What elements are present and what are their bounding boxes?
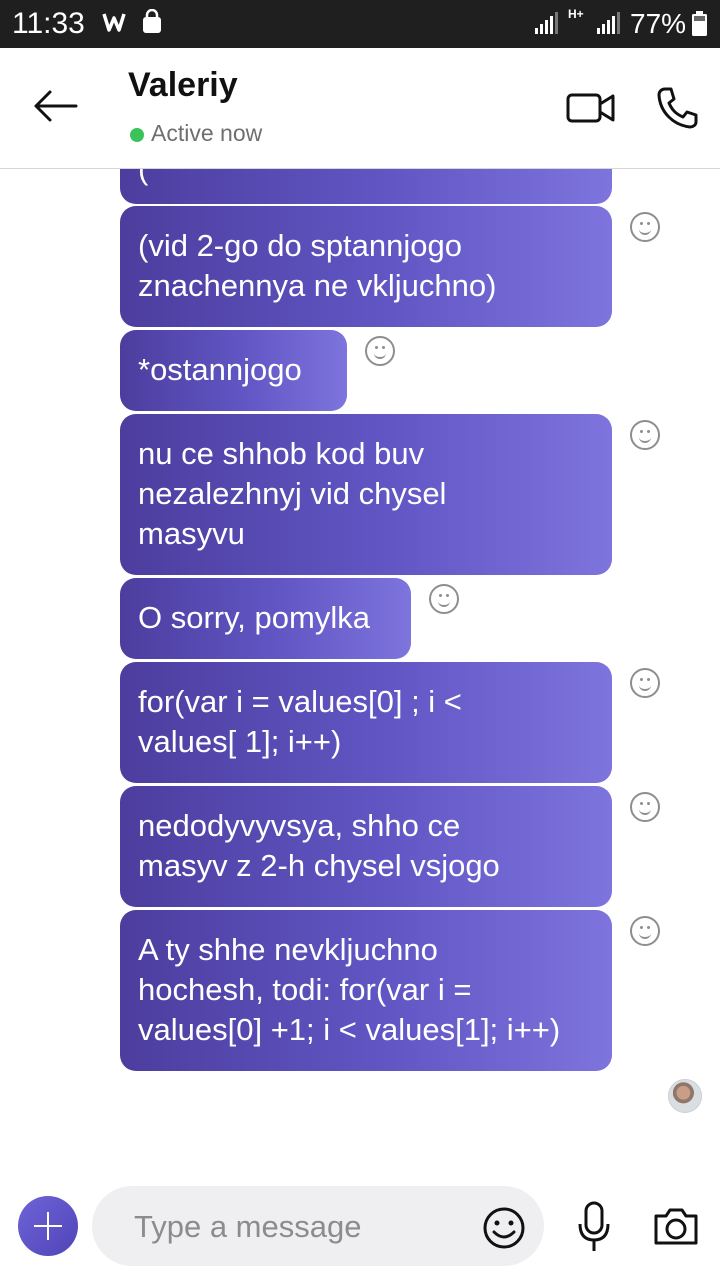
battery-percent: 77% [630, 8, 687, 39]
battery-icon [692, 11, 707, 36]
smiley-reaction-icon[interactable] [630, 792, 660, 822]
message-bubble[interactable]: (vid 2-go do sptannjogo znachennya ne vk… [120, 206, 612, 327]
status-bar: 11:33 H+ 77% [0, 0, 720, 48]
message-bubble[interactable]: *ostannjogo [120, 330, 347, 411]
presence-status: Active now [151, 120, 263, 146]
message-input-container[interactable] [92, 1186, 544, 1266]
smiley-reaction-icon[interactable] [429, 584, 459, 614]
message-list[interactable]: ( (vid 2-go do sptannjogo znachennya ne … [0, 169, 720, 1169]
message-input[interactable] [132, 1204, 466, 1250]
chat-header: Valeriy Active now [0, 48, 720, 169]
app-notification-icon [102, 13, 126, 32]
smiley-reaction-icon[interactable] [630, 916, 660, 946]
shopping-bag-icon [143, 9, 161, 33]
signal-strength-icon [597, 12, 620, 34]
phone-icon[interactable] [656, 86, 698, 130]
arrow-left-icon[interactable] [30, 88, 80, 124]
message-composer [0, 1170, 720, 1280]
presence-dot [130, 128, 144, 142]
plus-icon[interactable] [18, 1196, 78, 1256]
smiley-reaction-icon[interactable] [630, 668, 660, 698]
smiley-reaction-icon[interactable] [365, 336, 395, 366]
seen-avatar [668, 1079, 702, 1113]
contact-name[interactable]: Valeriy [128, 66, 238, 105]
camera-icon[interactable] [652, 1206, 700, 1246]
video-camera-icon[interactable] [566, 92, 616, 124]
smiley-icon[interactable] [482, 1206, 526, 1250]
status-time: 11:33 [12, 7, 85, 40]
network-type-label: H+ [568, 7, 584, 21]
message-bubble[interactable]: nedodyvyvsya, shho ce masyv z 2-h chysel… [120, 786, 612, 907]
message-bubble[interactable]: A ty shhe nevkljuchno hochesh, todi: for… [120, 910, 612, 1071]
message-bubble[interactable]: ( [120, 169, 612, 204]
message-bubble[interactable]: O sorry, pomylka [120, 578, 411, 659]
smiley-reaction-icon[interactable] [630, 212, 660, 242]
signal-strength-icon [535, 12, 558, 34]
microphone-icon[interactable] [576, 1200, 612, 1254]
message-bubble[interactable]: for(var i = values[0] ; i < values[ 1]; … [120, 662, 612, 783]
smiley-reaction-icon[interactable] [630, 420, 660, 450]
message-bubble[interactable]: nu ce shhob kod buv nezalezhnyj vid chys… [120, 414, 612, 575]
